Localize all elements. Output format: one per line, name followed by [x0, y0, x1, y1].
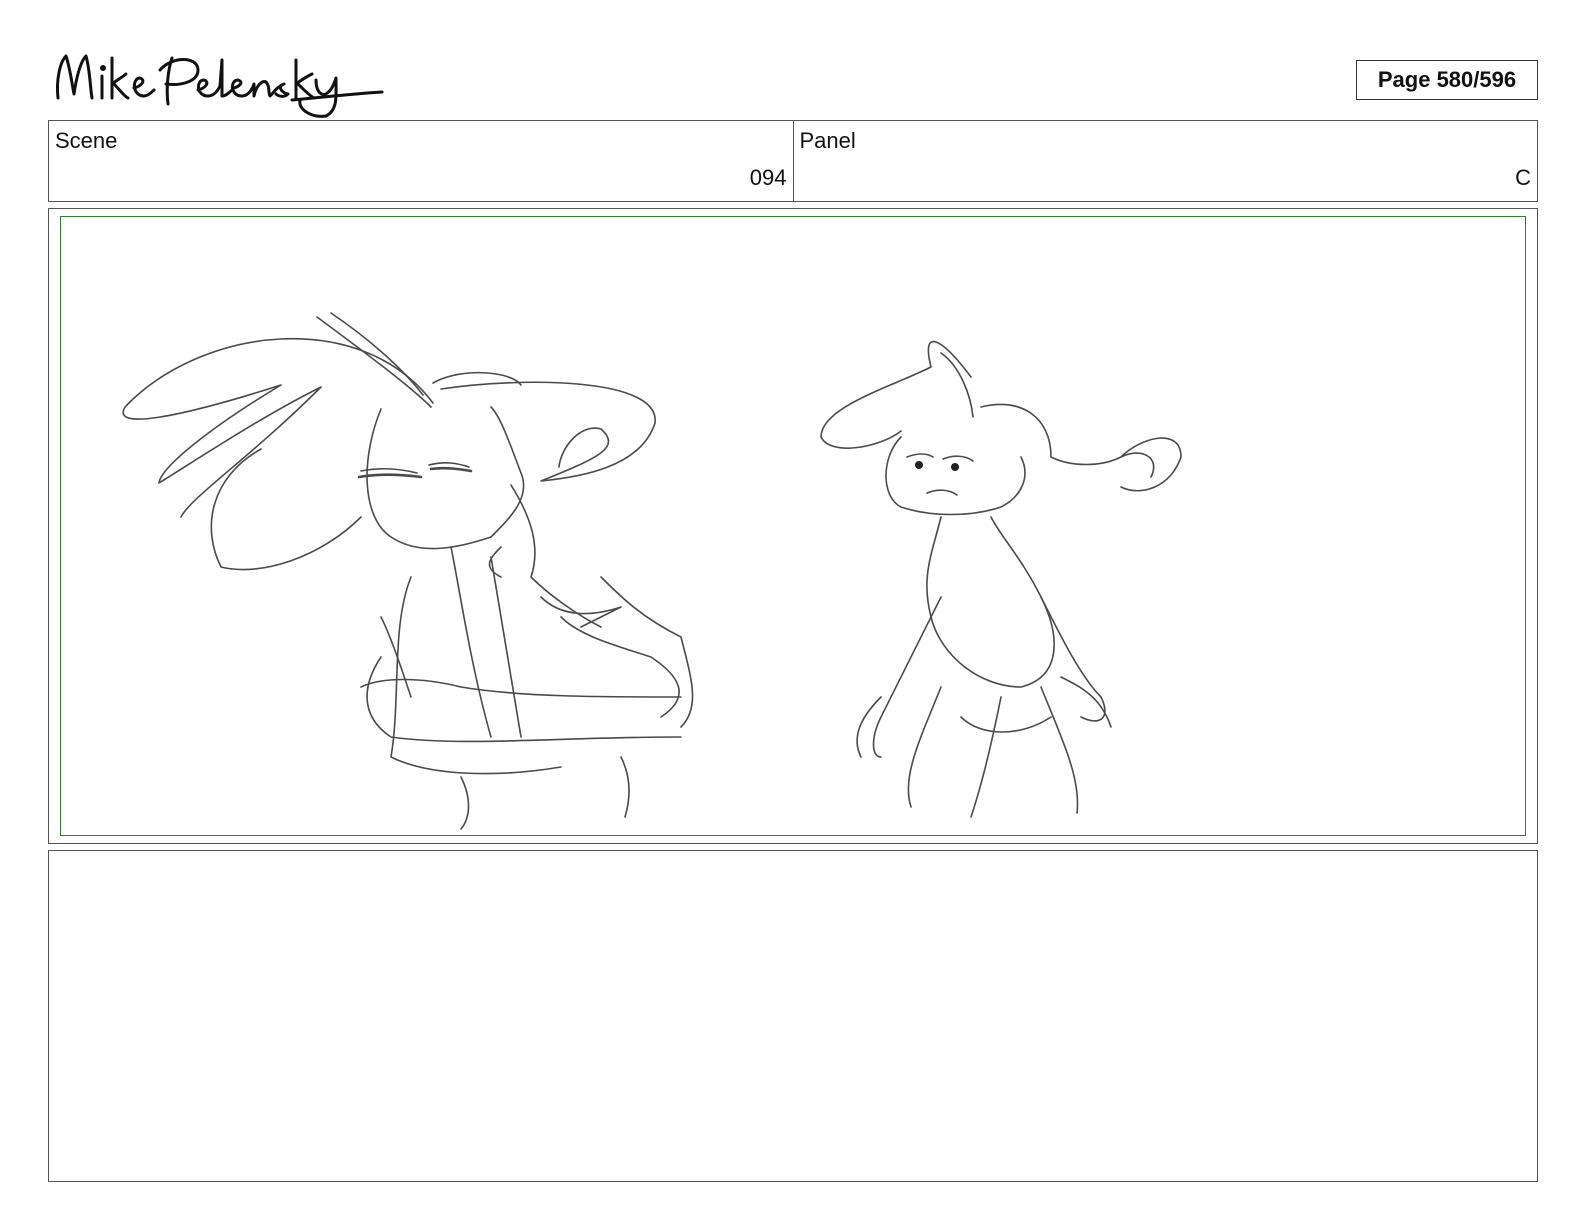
panel-label: Panel: [799, 128, 856, 153]
panel-value: C: [1515, 165, 1531, 190]
scene-value: 094: [749, 165, 787, 190]
scene-panel-header: Scene 094 Panel C: [48, 120, 1538, 202]
right-character-body: [926, 516, 1055, 688]
right-character-face: [885, 436, 1026, 516]
notes-box: [48, 850, 1538, 1182]
signature-icon: [56, 54, 384, 118]
sketch-drawing: [122, 312, 1182, 830]
left-character-right-ear: [440, 381, 656, 482]
page-number-badge: Page 580/596: [1356, 60, 1538, 100]
page-number-label: Page 580/596: [1377, 67, 1517, 92]
storyboard-image-area: [60, 216, 1526, 836]
left-character-left-ear: [122, 337, 434, 518]
left-character-head: [366, 406, 525, 550]
right-character-hair: [820, 340, 972, 449]
scene-cell: Scene 094: [49, 121, 793, 201]
signature-logo: [48, 40, 388, 120]
scene-label: Scene: [55, 128, 118, 153]
storyboard-frame: [48, 208, 1538, 844]
panel-cell: Panel C: [792, 121, 1538, 201]
